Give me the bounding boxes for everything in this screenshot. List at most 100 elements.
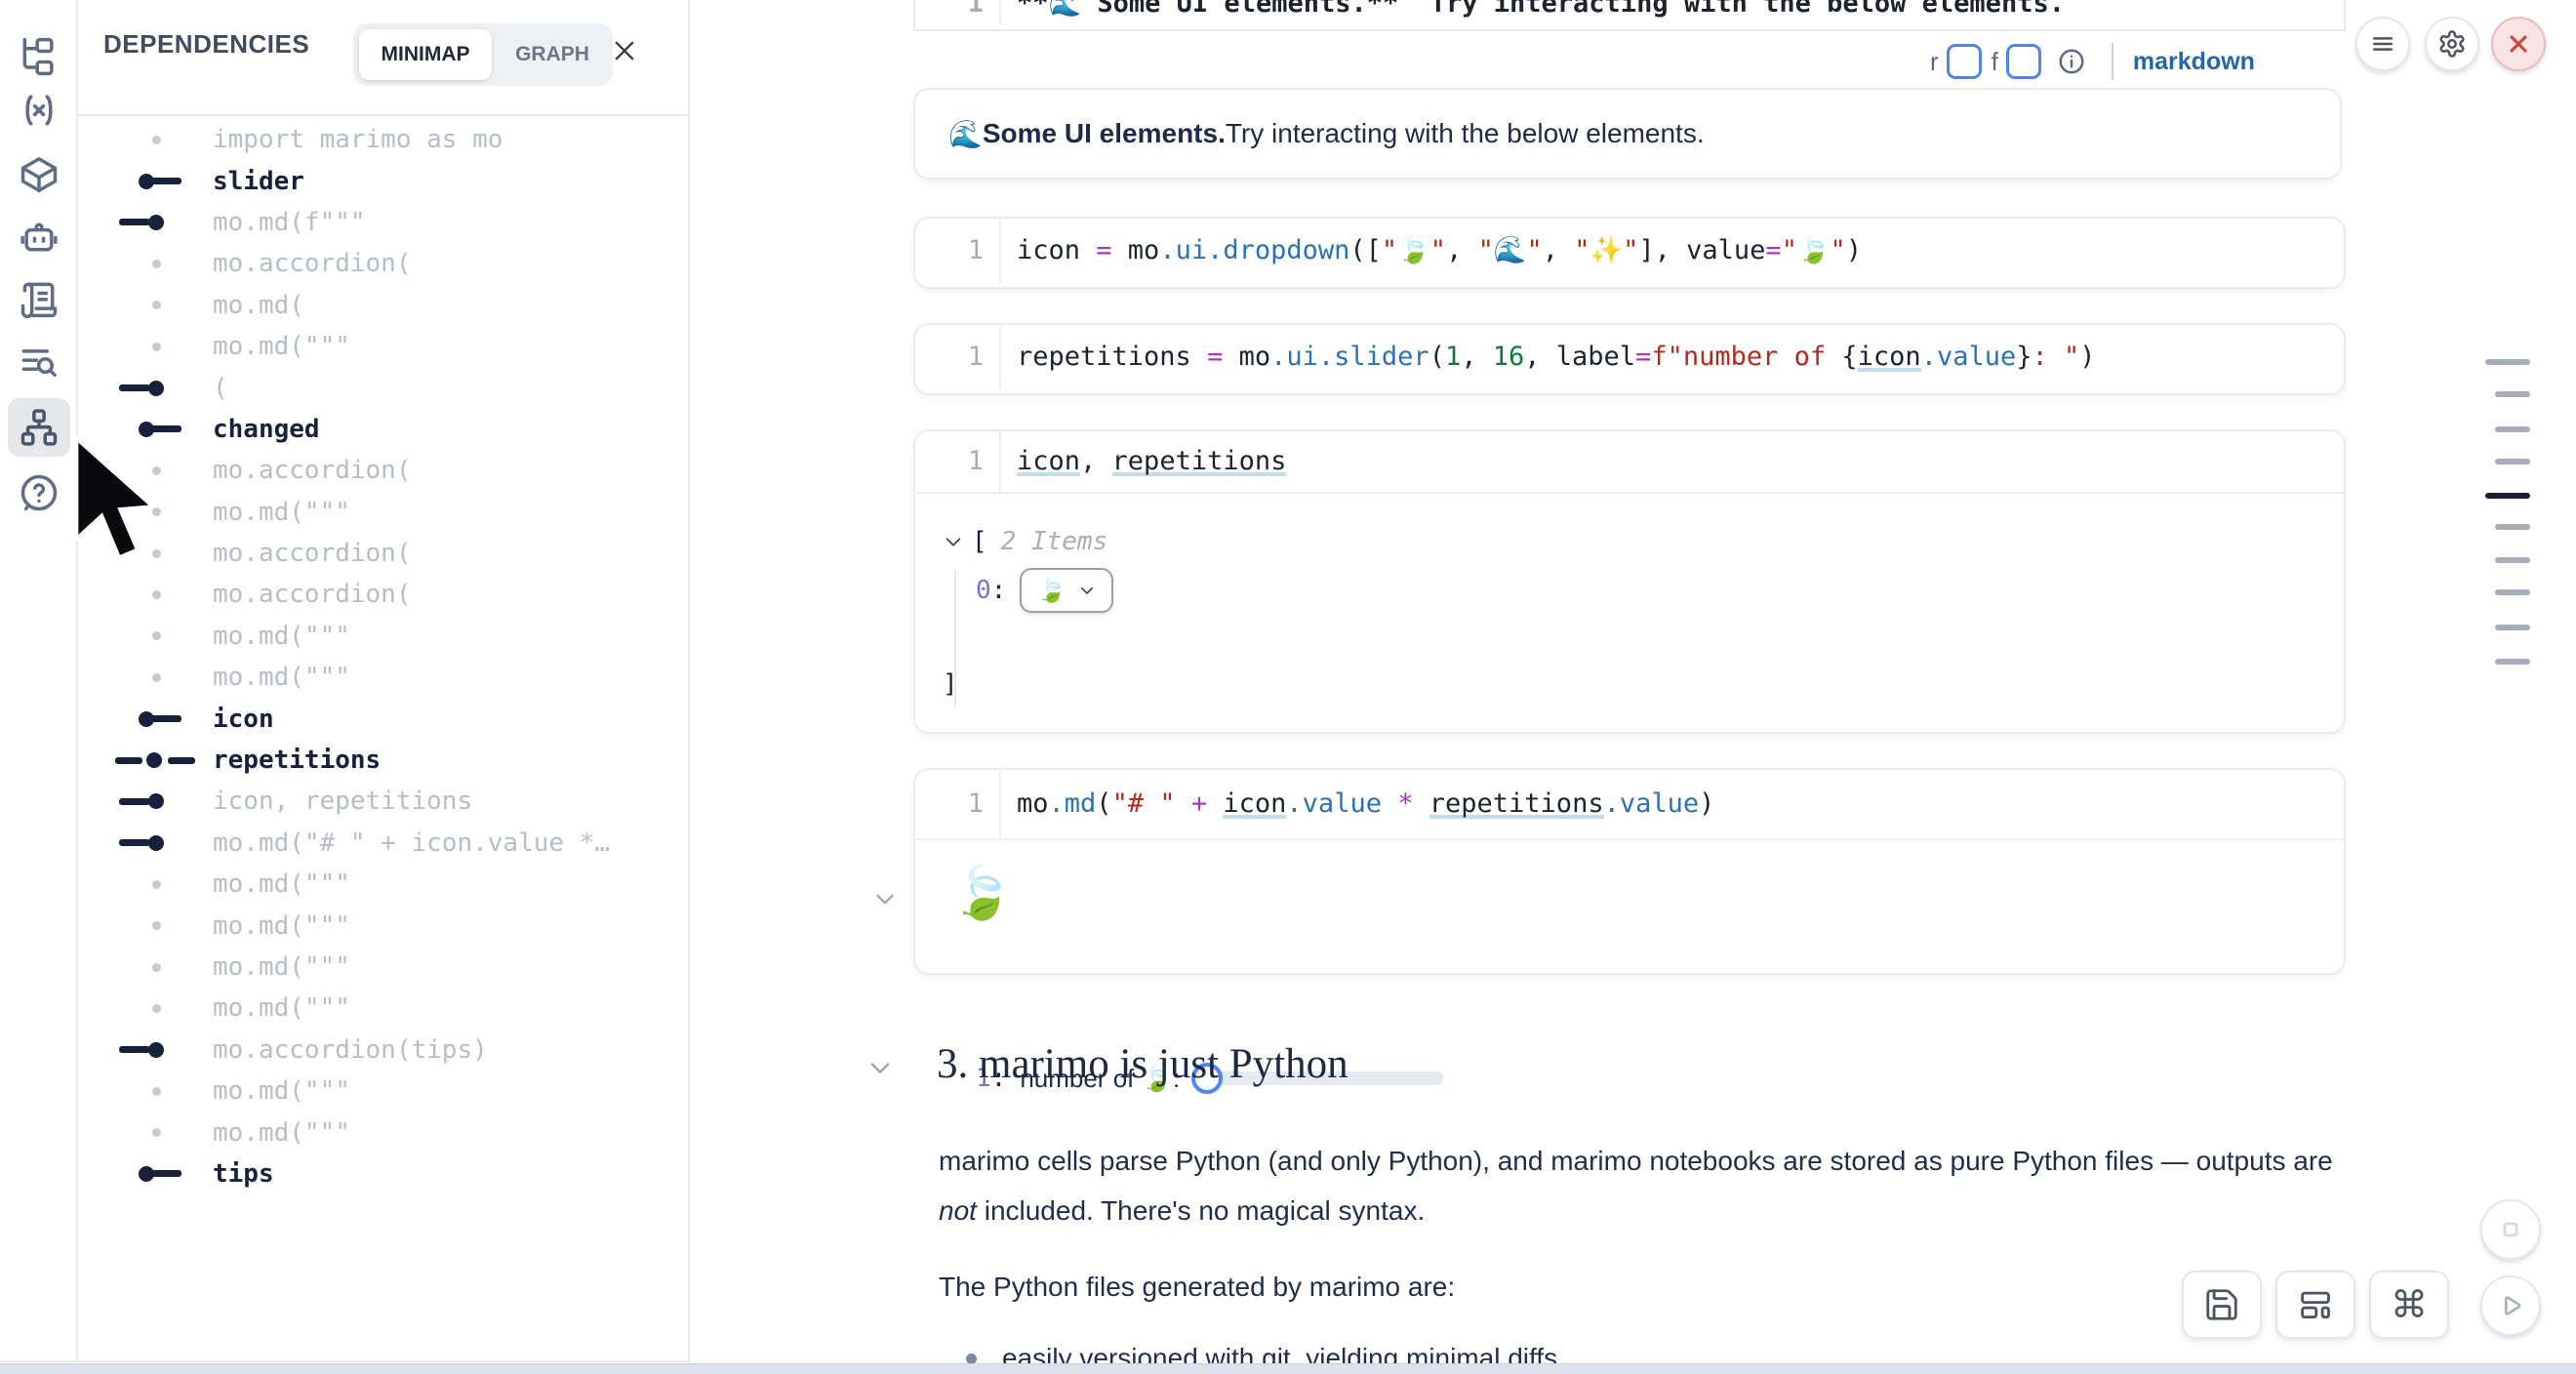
minimap-row[interactable]: mo.md(""" <box>78 657 688 698</box>
cell-code-label: mo.accordion( <box>213 580 412 609</box>
colon: : <box>991 576 1007 605</box>
reactive-label: r <box>1930 47 1939 77</box>
scroll-mark[interactable] <box>2495 459 2530 465</box>
tree-header[interactable]: [ 2 Items <box>943 527 1107 556</box>
cell-node-icon <box>78 285 213 326</box>
file-explorer-icon[interactable] <box>17 34 61 79</box>
scroll-mark[interactable] <box>2495 625 2530 630</box>
dependencies-icon[interactable] <box>17 405 61 450</box>
command-palette-button[interactable]: ⌘ <box>2369 1271 2449 1339</box>
format-checkbox[interactable] <box>2006 44 2041 79</box>
minimap-row[interactable]: changed <box>78 409 688 450</box>
minimap-row[interactable]: mo.accordion( <box>78 450 688 491</box>
minimap-row[interactable]: mo.md(""" <box>78 492 688 533</box>
code-text[interactable]: icon = mo.ui.dropdown(["🍃", "🌊", "✨"], v… <box>999 219 1862 283</box>
ai-assistant-icon[interactable] <box>17 214 61 259</box>
close-icon <box>2505 30 2532 58</box>
stop-button[interactable] <box>2480 1199 2541 1260</box>
scroll-mark[interactable] <box>2495 524 2530 530</box>
tab-minimap[interactable]: MINIMAP <box>359 29 492 80</box>
settings-button[interactable] <box>2425 17 2479 71</box>
cell-code-label: mo.accordion( <box>213 456 412 485</box>
scroll-mark[interactable] <box>2495 557 2530 563</box>
minimap-row[interactable]: mo.md(""" <box>78 864 688 905</box>
code-cell-md-output[interactable]: 1 mo.md("# " + icon.value * repetitions.… <box>913 768 2346 975</box>
markdown-cell-editor-clipped[interactable]: 1 **🌊 Some UI elements.** Try interactin… <box>913 0 2346 31</box>
line-number: 1 <box>915 325 999 389</box>
panel-title: DEPENDENCIES <box>103 29 309 60</box>
minimap-list: import marimo as moslidermo.md(f"""mo.ac… <box>78 119 688 1194</box>
cell-code-label: ( <box>213 374 228 403</box>
cell-node-icon <box>78 160 213 201</box>
save-button[interactable] <box>2182 1271 2262 1339</box>
scroll-mark[interactable] <box>2495 426 2530 432</box>
minimap-row[interactable]: mo.md(""" <box>78 1071 688 1111</box>
minimap-row[interactable]: mo.md(f""" <box>78 202 688 243</box>
minimap-row[interactable]: mo.md(""" <box>78 1111 688 1152</box>
cell-node-icon <box>78 905 213 946</box>
panel-header-divider <box>78 114 688 116</box>
cell-code-label: mo.md("# " + icon.value *… <box>213 828 610 858</box>
shutdown-button[interactable] <box>2491 17 2546 71</box>
minimap-row[interactable]: mo.accordion( <box>78 574 688 615</box>
language-badge[interactable]: markdown <box>2133 48 2255 76</box>
minimap-row[interactable]: icon, repetitions <box>78 781 688 822</box>
minimap-row[interactable]: mo.accordion(tips) <box>78 1030 688 1071</box>
panel-close-button[interactable] <box>603 29 646 72</box>
tab-graph[interactable]: GRAPH <box>498 29 607 80</box>
minimap-row[interactable]: mo.md(""" <box>78 326 688 367</box>
cell-menu-button[interactable] <box>2355 17 2410 71</box>
cell-code-label: mo.md(""" <box>213 332 350 361</box>
code-cell-dropdown[interactable]: 1 icon = mo.ui.dropdown(["🍃", "🌊", "✨"],… <box>913 217 2346 289</box>
scroll-mark[interactable] <box>2485 359 2530 365</box>
logs-icon[interactable] <box>17 276 61 321</box>
code-cell-tuple-output[interactable]: 1 icon, repetitions [ 2 Items 0 : 🍃 1 : … <box>913 429 2346 734</box>
run-button[interactable] <box>2480 1275 2541 1336</box>
horizontal-scrollbar[interactable] <box>0 1363 2576 1374</box>
scroll-mark[interactable] <box>2495 659 2530 665</box>
scroll-mark[interactable] <box>2485 493 2530 499</box>
cell-code-label: slider <box>213 167 304 196</box>
cell-node-icon <box>78 698 213 739</box>
minimap-row[interactable]: mo.md(""" <box>78 947 688 988</box>
minimap-row[interactable]: icon <box>78 698 688 739</box>
minimap-row[interactable]: mo.md(""" <box>78 905 688 946</box>
packages-icon[interactable] <box>17 152 61 197</box>
minimap-row[interactable]: ( <box>78 367 688 408</box>
code-text[interactable]: repetitions = mo.ui.slider(1, 16, label=… <box>999 325 2096 389</box>
collapse-output-chevron[interactable] <box>872 886 898 911</box>
code-text[interactable]: icon, repetitions <box>999 431 1286 492</box>
minimap-row[interactable]: mo.md( <box>78 285 688 326</box>
panel-bottom-border <box>0 1360 690 1362</box>
cell-node-icon <box>78 119 213 160</box>
variables-icon[interactable] <box>17 88 61 133</box>
cell-code-label: mo.accordion(tips) <box>213 1035 488 1065</box>
cell-node-icon <box>78 574 213 615</box>
minimap-row[interactable]: mo.md(""" <box>78 616 688 657</box>
minimap-row[interactable]: import marimo as mo <box>78 119 688 160</box>
scroll-mark[interactable] <box>2495 391 2530 397</box>
code-text[interactable]: mo.md("# " + icon.value * repetitions.va… <box>999 770 1714 838</box>
cell-code-label: mo.md(""" <box>213 911 350 941</box>
scroll-mark[interactable] <box>2495 589 2530 595</box>
cell-node-icon <box>78 202 213 243</box>
minimap-row[interactable]: slider <box>78 160 688 201</box>
minimap-row[interactable]: mo.md(""" <box>78 988 688 1029</box>
help-icon[interactable] <box>17 470 61 515</box>
cell-code-label: mo.md(""" <box>213 993 350 1023</box>
code-text[interactable]: **🌊 Some UI elements.** Try interacting … <box>999 0 2065 25</box>
info-icon[interactable] <box>2057 47 2086 76</box>
layout-button[interactable] <box>2275 1271 2355 1339</box>
minimap-row[interactable]: mo.accordion( <box>78 243 688 284</box>
minimap-row[interactable]: mo.md("# " + icon.value *… <box>78 823 688 864</box>
code-cell-slider[interactable]: 1 repetitions = mo.ui.slider(1, 16, labe… <box>913 323 2346 395</box>
snippets-search-icon[interactable] <box>17 339 61 384</box>
minimap-row[interactable]: repetitions <box>78 740 688 781</box>
cell-code-label: icon, repetitions <box>213 787 472 816</box>
minimap-row[interactable]: mo.accordion( <box>78 533 688 574</box>
collapse-section-chevron[interactable] <box>866 1054 894 1081</box>
reactive-checkbox[interactable] <box>1947 44 1982 79</box>
cell-node-icon <box>78 657 213 698</box>
minimap-row[interactable]: tips <box>78 1153 688 1194</box>
icon-dropdown-select[interactable]: 🍃 <box>1020 568 1113 613</box>
